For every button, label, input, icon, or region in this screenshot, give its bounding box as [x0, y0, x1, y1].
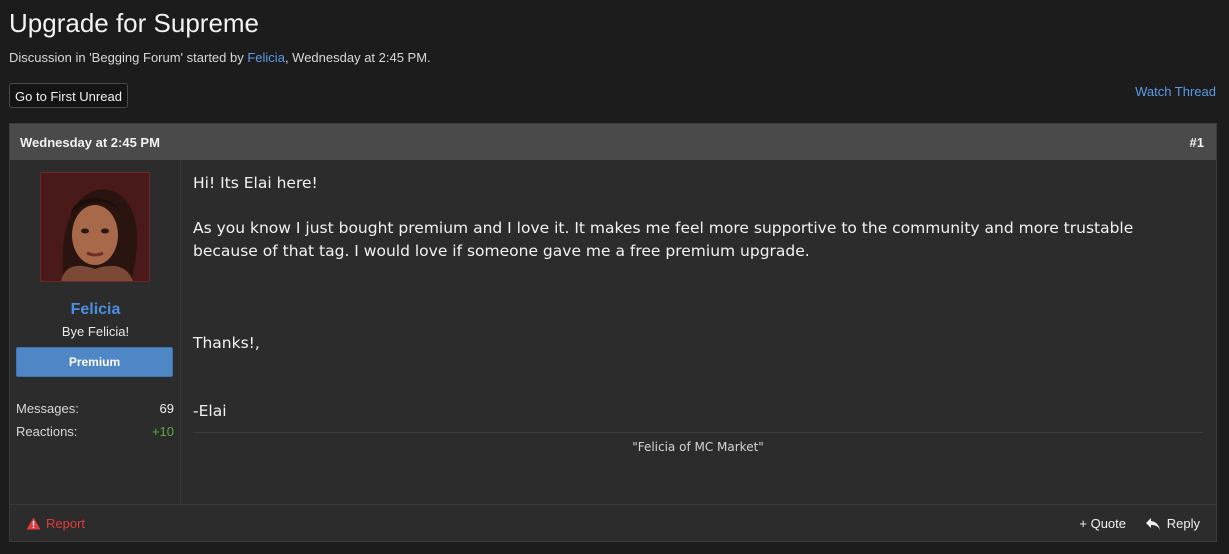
username[interactable]: Felicia: [10, 301, 181, 319]
post-line-thanks: Thanks!,: [193, 334, 260, 352]
signature: "Felicia of MC Market": [632, 440, 764, 454]
reply-label: Reply: [1166, 516, 1200, 531]
messages-value[interactable]: 69: [160, 401, 174, 416]
post-line-signoff: -Elai: [193, 402, 227, 420]
reactions-value[interactable]: +10: [152, 424, 174, 439]
reply-button[interactable]: Reply: [1145, 516, 1200, 531]
report-button[interactable]: Report: [26, 516, 85, 531]
user-info-panel: Felicia Bye Felicia! Premium Messages: 6…: [10, 160, 181, 505]
warning-triangle-icon: [26, 517, 41, 530]
post-number[interactable]: #1: [1190, 135, 1204, 150]
report-label: Report: [46, 516, 86, 531]
meta-prefix: Discussion in 'Begging Forum' started by: [9, 50, 248, 65]
thread-title: Upgrade for Supreme: [9, 8, 260, 38]
user-title: Bye Felicia!: [61, 324, 130, 339]
quote-button[interactable]: + Quote: [1079, 516, 1126, 531]
post-header: Wednesday at 2:45 PM #1: [10, 124, 1216, 160]
thread-meta: Discussion in 'Begging Forum' started by…: [9, 50, 431, 65]
avatar-image: [41, 173, 149, 281]
watch-thread-link[interactable]: Watch Thread: [1135, 84, 1216, 99]
post-line-message: As you know I just bought premium and I …: [193, 219, 1134, 260]
reply-arrow-icon: [1145, 517, 1160, 530]
post: Wednesday at 2:45 PM #1 Felicia Bye Feli: [9, 123, 1217, 542]
signature-divider: [193, 432, 1203, 433]
post-footer: Report + Quote Reply: [10, 504, 1216, 541]
avatar[interactable]: [40, 172, 150, 282]
meta-suffix: , Wednesday at 2:45 PM.: [284, 50, 431, 65]
post-date[interactable]: Wednesday at 2:45 PM: [20, 135, 160, 150]
messages-label: Messages:: [16, 401, 79, 416]
reactions-stat: Reactions: +10: [16, 424, 174, 439]
messages-stat: Messages: 69: [16, 401, 174, 416]
reactions-label: Reactions:: [16, 424, 78, 439]
author-link[interactable]: Felicia: [247, 50, 285, 65]
go-to-first-unread-button[interactable]: Go to First Unread: [9, 83, 128, 108]
post-body: Hi! Its Elai here! As you know I just bo…: [193, 172, 1198, 423]
premium-banner: Premium: [16, 347, 173, 377]
post-line-greeting: Hi! Its Elai here!: [193, 174, 318, 192]
thread-page: Upgrade for Supreme Discussion in 'Beggi…: [0, 0, 1229, 554]
